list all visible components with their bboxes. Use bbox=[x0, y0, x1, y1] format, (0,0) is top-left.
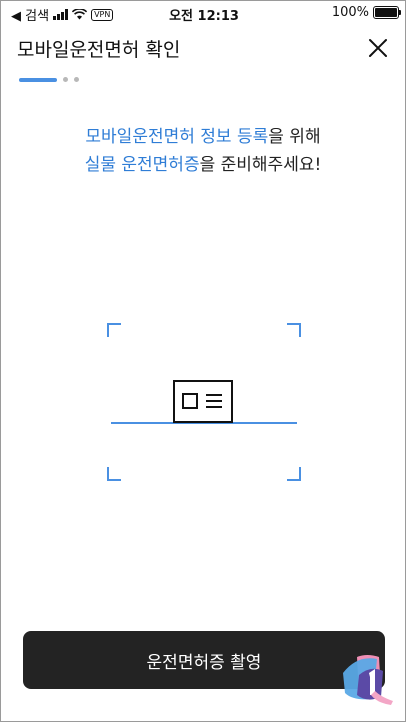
app-logo-icon[interactable] bbox=[337, 651, 395, 707]
instruction-line-1: 모바일운전면허 정보 등록을 위해 bbox=[1, 123, 405, 151]
instruction-line-2: 실물 운전면허증을 준비해주세요! bbox=[1, 151, 405, 179]
page-title: 모바일운전면허 확인 bbox=[17, 39, 181, 61]
status-right: 100% bbox=[331, 5, 401, 20]
instruction-text-part: 을 위해 bbox=[268, 127, 321, 147]
frame-corner-top-right bbox=[287, 323, 301, 337]
step-active-indicator bbox=[19, 77, 57, 82]
step-indicator bbox=[19, 77, 79, 82]
capture-license-button[interactable]: 운전면허증 촬영 bbox=[23, 631, 385, 689]
scan-frame bbox=[101, 319, 307, 485]
step-dot bbox=[74, 77, 79, 82]
instruction-text-part: 을 준비해주세요! bbox=[199, 155, 322, 175]
instruction-highlight: 실물 운전면허증 bbox=[84, 155, 200, 175]
frame-corner-top-left bbox=[107, 323, 121, 337]
frame-corner-bottom-right bbox=[287, 467, 301, 481]
instruction-text: 모바일운전면허 정보 등록을 위해 실물 운전면허증을 준비해주세요! bbox=[1, 123, 405, 179]
instruction-highlight: 모바일운전면허 정보 등록 bbox=[85, 127, 269, 147]
battery-percent: 100% bbox=[331, 5, 369, 20]
frame-corner-bottom-left bbox=[107, 467, 121, 481]
close-icon bbox=[369, 39, 387, 57]
step-dot bbox=[63, 77, 68, 82]
close-button[interactable] bbox=[365, 35, 391, 61]
battery-icon bbox=[373, 6, 401, 19]
status-bar: ◀ 검색 VPN 오전 12:13 100% bbox=[1, 1, 406, 25]
id-card-icon bbox=[173, 380, 233, 423]
